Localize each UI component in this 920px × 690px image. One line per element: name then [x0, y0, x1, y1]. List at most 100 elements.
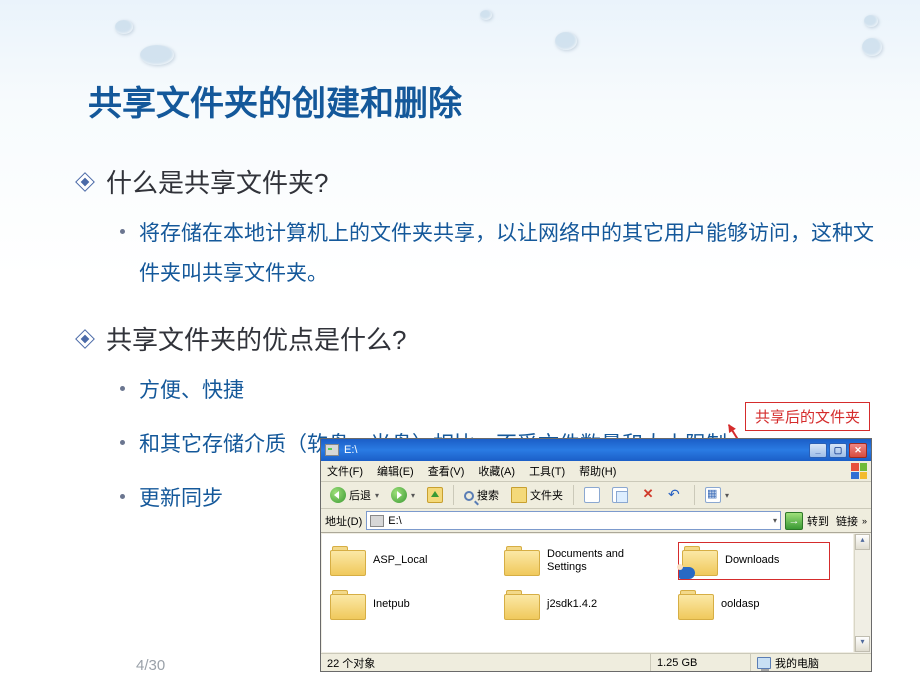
folder-label: j2sdk1.4.2: [547, 598, 597, 611]
diamond-bullet-icon: [75, 172, 95, 192]
annotation-label: 共享后的文件夹: [745, 402, 870, 431]
folders-icon: [511, 487, 527, 503]
my-computer-icon: [757, 657, 771, 669]
status-objects: 22 个对象: [321, 654, 651, 671]
diamond-bullet-icon: [75, 329, 95, 349]
folders-button[interactable]: 文件夹: [506, 485, 568, 506]
views-icon: [705, 487, 721, 503]
decor-bubble: [862, 38, 882, 56]
copy-icon: [612, 487, 628, 503]
links-label[interactable]: 链接: [836, 513, 858, 529]
menu-edit[interactable]: 编辑(E): [377, 463, 414, 479]
copy-to-button[interactable]: [607, 485, 633, 506]
folder-label: Inetpub: [373, 598, 410, 611]
folder-item[interactable]: j2sdk1.4.2: [504, 590, 656, 620]
status-location-text: 我的电脑: [775, 655, 819, 671]
bullet-q2a-text: 方便、快捷: [139, 371, 244, 411]
folder-label: Documents and Settings: [547, 548, 643, 574]
toolbar-separator: [573, 485, 574, 505]
scroll-up-button[interactable]: ▴: [855, 534, 870, 550]
page-title: 共享文件夹的创建和删除: [88, 76, 462, 125]
bullet-q1: 什么是共享文件夹?: [78, 163, 880, 200]
address-value: E:\: [388, 515, 401, 527]
up-icon: [427, 487, 443, 503]
toolbar-separator: [694, 485, 695, 505]
folder-icon: [678, 590, 714, 620]
folder-item[interactable]: Inetpub: [330, 590, 482, 620]
forward-button[interactable]: ▾: [386, 485, 420, 506]
views-button[interactable]: ▾: [700, 485, 734, 506]
menu-bar: 文件(F) 编辑(E) 查看(V) 收藏(A) 工具(T) 帮助(H): [321, 461, 871, 482]
dot-bullet-icon: [120, 440, 125, 445]
address-bar: 地址(D) E:\ ▾ → 转到 链接 »: [321, 509, 871, 533]
undo-button[interactable]: [663, 485, 689, 506]
move-icon: [584, 487, 600, 503]
folders-label: 文件夹: [530, 487, 563, 503]
decor-bubble: [140, 45, 174, 65]
menu-file[interactable]: 文件(F): [327, 463, 363, 479]
links-chevron-icon[interactable]: »: [862, 516, 867, 526]
dot-bullet-icon: [120, 386, 125, 391]
search-label: 搜索: [477, 487, 499, 503]
bullet-q1a: 将存储在本地计算机上的文件夹共享，以让网络中的其它用户能够访问，这种文件夹叫共享…: [120, 214, 880, 294]
folder-icon: [504, 546, 540, 576]
page-total: 30: [149, 657, 166, 674]
folder-icon: [330, 590, 366, 620]
status-bar: 22 个对象 1.25 GB 我的电脑: [321, 653, 871, 671]
folder-item[interactable]: Documents and Settings: [504, 542, 656, 580]
folder-label: ooldasp: [721, 598, 760, 611]
decor-bubble: [115, 20, 133, 34]
decor-bubble: [864, 15, 878, 27]
back-button[interactable]: 后退▾: [325, 485, 384, 506]
address-dropdown-icon[interactable]: ▾: [773, 516, 777, 525]
windows-logo-icon: [851, 463, 867, 479]
go-label: 转到: [807, 513, 829, 529]
maximize-button[interactable]: ▢: [829, 443, 847, 458]
menu-view[interactable]: 查看(V): [428, 463, 465, 479]
back-label: 后退: [349, 487, 371, 503]
drive-icon: [370, 515, 384, 527]
folder-item-shared[interactable]: Downloads: [678, 542, 830, 580]
bullet-q2c-text: 更新同步: [139, 479, 223, 519]
delete-button[interactable]: ✕: [635, 485, 661, 506]
status-location: 我的电脑: [751, 654, 871, 671]
search-button[interactable]: 搜索: [459, 485, 504, 506]
decor-bubble: [480, 10, 492, 20]
move-to-button[interactable]: [579, 485, 605, 506]
delete-icon: ✕: [640, 487, 656, 503]
search-icon: [464, 491, 474, 501]
up-button[interactable]: [422, 485, 448, 506]
minimize-button[interactable]: _: [809, 443, 827, 458]
bullet-q2-text: 共享文件夹的优点是什么?: [106, 320, 406, 357]
address-label: 地址(D): [325, 513, 362, 529]
folder-item[interactable]: ooldasp: [678, 590, 830, 620]
dot-bullet-icon: [120, 229, 125, 234]
address-input[interactable]: E:\ ▾: [366, 511, 781, 530]
bullet-q2: 共享文件夹的优点是什么?: [78, 320, 880, 357]
back-icon: [330, 487, 346, 503]
window-titlebar[interactable]: E:\ _ ▢ ✕: [321, 439, 871, 461]
dot-bullet-icon: [120, 494, 125, 499]
folder-icon: [504, 590, 540, 620]
forward-icon: [391, 487, 407, 503]
window-title: E:\: [344, 444, 357, 456]
toolbar-separator: [453, 485, 454, 505]
decor-bubble: [555, 32, 577, 50]
go-button[interactable]: →: [785, 512, 803, 530]
folder-label: Downloads: [725, 554, 779, 567]
folder-view[interactable]: ASP_Local Documents and Settings Downloa…: [322, 534, 853, 652]
file-explorer-window: E:\ _ ▢ ✕ 文件(F) 编辑(E) 查看(V) 收藏(A) 工具(T) …: [320, 438, 872, 672]
folder-icon: [330, 546, 366, 576]
drive-icon: [325, 444, 339, 456]
menu-favorites[interactable]: 收藏(A): [478, 463, 515, 479]
menu-tools[interactable]: 工具(T): [529, 463, 565, 479]
vertical-scrollbar[interactable]: ▴ ▾: [854, 534, 870, 652]
undo-icon: [668, 487, 684, 503]
close-button[interactable]: ✕: [849, 443, 867, 458]
page-current: 4: [136, 657, 144, 674]
menu-help[interactable]: 帮助(H): [579, 463, 616, 479]
status-size: 1.25 GB: [651, 654, 751, 671]
folder-item[interactable]: ASP_Local: [330, 542, 482, 580]
scroll-down-button[interactable]: ▾: [855, 636, 870, 652]
bullet-q1-text: 什么是共享文件夹?: [106, 163, 328, 200]
